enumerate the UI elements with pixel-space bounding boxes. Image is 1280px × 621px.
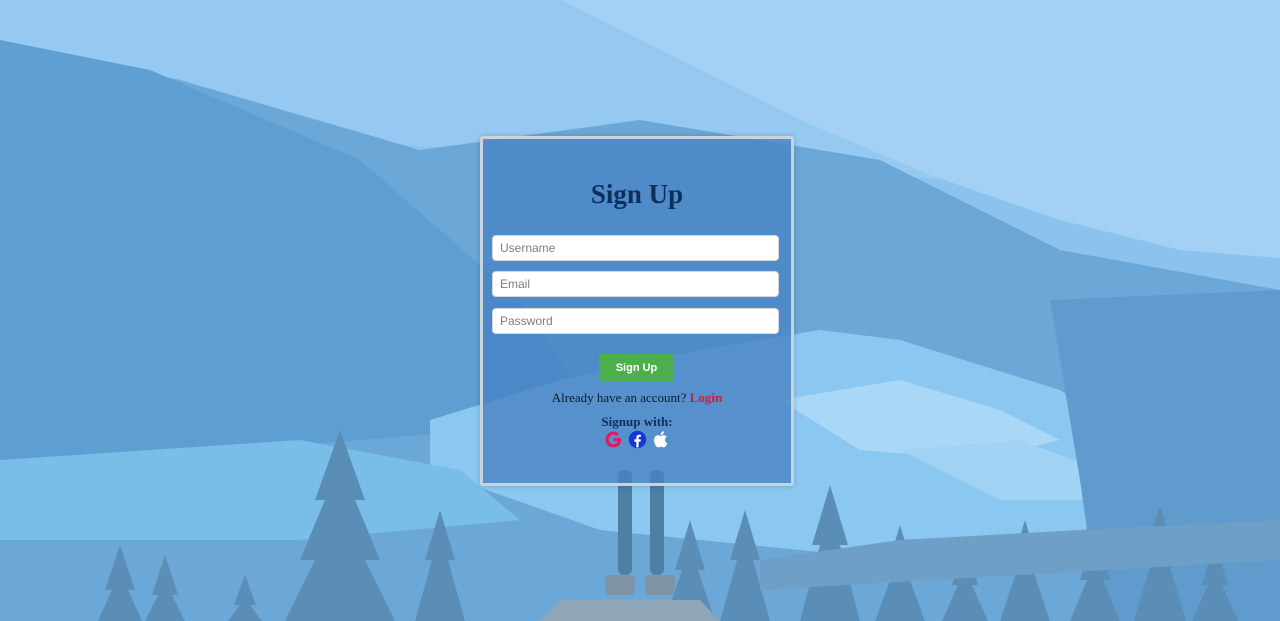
signup-button[interactable]: Sign Up xyxy=(599,353,674,382)
google-icon[interactable] xyxy=(604,430,623,449)
login-link[interactable]: Login xyxy=(690,390,723,405)
page-title: Sign Up xyxy=(590,179,684,209)
facebook-icon[interactable] xyxy=(628,430,647,449)
social-signup-row xyxy=(483,430,791,449)
password-input[interactable] xyxy=(492,308,779,334)
login-prompt-text: Already have an account? xyxy=(551,390,690,405)
username-input[interactable] xyxy=(492,235,779,261)
email-input[interactable] xyxy=(492,271,779,297)
login-prompt-row: Already have an account? Login xyxy=(483,390,791,406)
signup-with-label: Signup with: xyxy=(601,414,673,429)
apple-icon[interactable] xyxy=(652,430,671,449)
signup-card: Sign Up Sign Up Already have an account?… xyxy=(480,136,794,486)
